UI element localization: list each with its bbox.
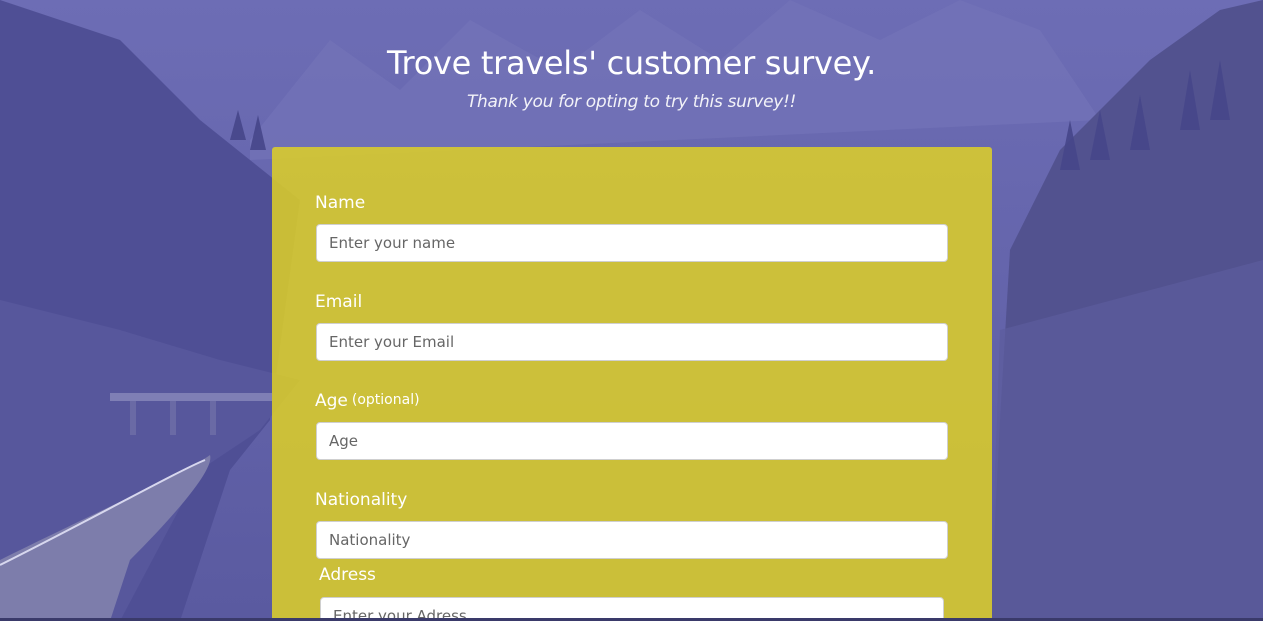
age-field[interactable] <box>316 422 948 460</box>
age-label: Age (optional) <box>315 391 420 411</box>
address-label-text: Adress <box>319 565 376 585</box>
age-label-text: Age <box>315 391 348 411</box>
nationality-label-text: Nationality <box>315 490 408 510</box>
page-subtitle: Thank you for opting to try this survey!… <box>466 92 797 112</box>
email-label: Email <box>315 292 362 312</box>
email-field[interactable] <box>316 323 948 361</box>
nationality-field[interactable] <box>316 521 948 559</box>
name-label-text: Name <box>315 193 366 213</box>
name-field[interactable] <box>316 224 948 262</box>
address-label: Adress <box>319 565 376 585</box>
name-label: Name <box>315 193 365 213</box>
age-optional-note: (optional) <box>351 392 420 408</box>
email-label-text: Email <box>315 292 363 312</box>
nationality-label: Nationality <box>315 490 407 510</box>
page-title: Trove travels' customer survey. <box>387 44 876 82</box>
